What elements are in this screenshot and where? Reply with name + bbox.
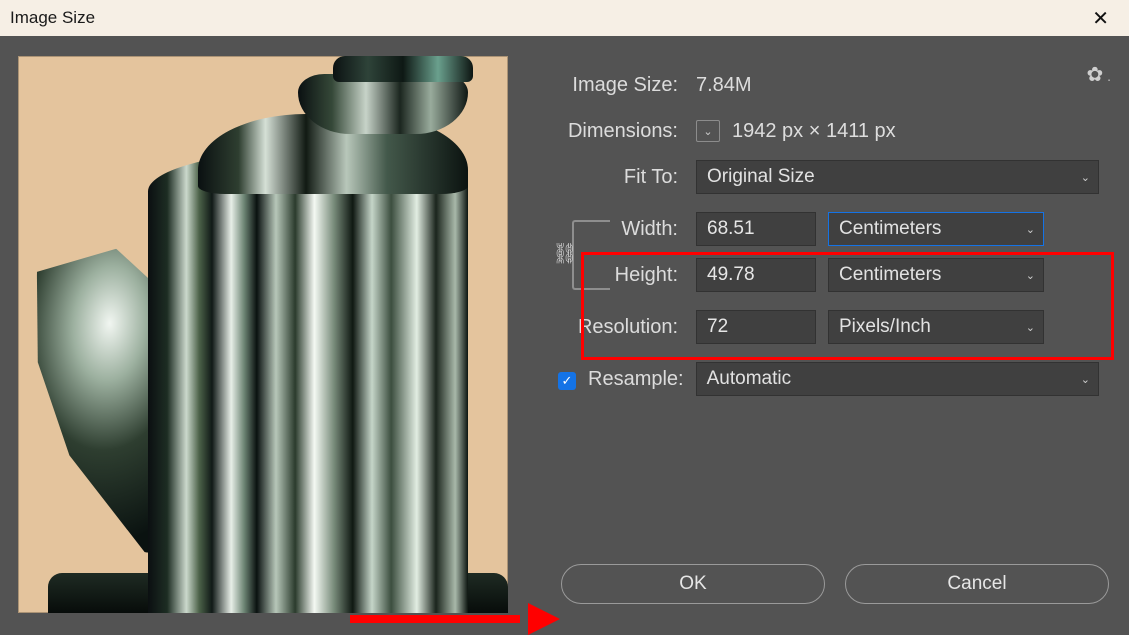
resample-dropdown[interactable]: Automatic ⌄ (696, 362, 1099, 396)
width-unit-dropdown[interactable]: Centimeters ⌄ (828, 212, 1044, 246)
width-unit-value: Centimeters (839, 218, 941, 240)
dialog-body: ✿ Image Size: 7.84M Dimensions: ⌄ 1942 p… (0, 36, 1129, 628)
dialog-title: Image Size (10, 8, 95, 28)
chevron-down-icon: ⌄ (1026, 269, 1035, 282)
fit-to-dropdown[interactable]: Original Size ⌄ (696, 160, 1099, 194)
gear-icon[interactable]: ✿ (1086, 62, 1111, 87)
resolution-unit-value: Pixels/Inch (839, 316, 931, 338)
width-height-group: ⛓ Width: Centimeters ⌄ Height: Centimete… (548, 206, 1099, 298)
chevron-down-icon: ⌄ (1026, 321, 1035, 334)
chevron-down-icon: ⌄ (1081, 171, 1090, 184)
resolution-input[interactable] (696, 310, 816, 344)
resample-checkbox[interactable] (558, 372, 576, 390)
height-unit-value: Centimeters (839, 264, 941, 286)
dimensions-label: Dimensions: (548, 120, 684, 143)
resample-value: Automatic (707, 368, 791, 390)
height-unit-dropdown[interactable]: Centimeters ⌄ (828, 258, 1044, 292)
fit-to-label: Fit To: (548, 166, 684, 189)
settings-panel: ✿ Image Size: 7.84M Dimensions: ⌄ 1942 p… (508, 56, 1111, 614)
chevron-down-icon: ⌄ (1026, 223, 1035, 236)
image-size-label: Image Size: (548, 74, 684, 97)
ok-button[interactable]: OK (561, 564, 825, 604)
dialog-buttons: OK Cancel (561, 564, 1109, 604)
cancel-button[interactable]: Cancel (845, 564, 1109, 604)
chevron-down-icon: ⌄ (1081, 373, 1090, 386)
resample-label: Resample: (588, 368, 684, 391)
image-preview[interactable] (18, 56, 508, 613)
fit-to-value: Original Size (707, 166, 815, 188)
height-label: Height: (592, 264, 684, 287)
width-input[interactable] (696, 212, 816, 246)
titlebar: Image Size ✕ (0, 0, 1129, 36)
dimensions-unit-toggle[interactable]: ⌄ (696, 120, 720, 142)
image-size-value: 7.84M (696, 74, 752, 97)
resolution-unit-dropdown[interactable]: Pixels/Inch ⌄ (828, 310, 1044, 344)
resolution-label: Resolution: (548, 316, 684, 339)
close-icon[interactable]: ✕ (1082, 2, 1119, 35)
constrain-proportions-icon[interactable]: ⛓ (550, 238, 580, 268)
height-input[interactable] (696, 258, 816, 292)
dimensions-value: 1942 px × 1411 px (732, 120, 896, 143)
